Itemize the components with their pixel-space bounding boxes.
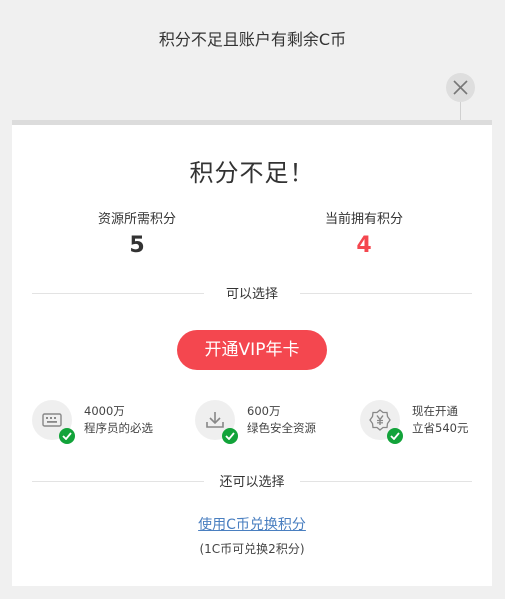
close-icon	[453, 80, 468, 95]
check-icon	[387, 428, 403, 444]
feature-line1: 4000万	[84, 404, 125, 418]
current-points-label: 当前拥有积分	[324, 212, 403, 227]
required-points-value: 5	[129, 233, 145, 258]
feature-line2: 立省540元	[412, 421, 469, 435]
feature-line1: 现在开通	[412, 404, 458, 418]
exchange-rate-note: (1C币可兑换2积分)	[199, 542, 305, 556]
close-connector	[460, 102, 461, 120]
options-divider: 可以选择	[32, 283, 472, 303]
feature-line2: 程序员的必选	[84, 421, 153, 435]
feature-text: 600万 绿色安全资源	[247, 403, 316, 437]
check-icon	[222, 428, 238, 444]
divider-line-right	[300, 293, 472, 294]
open-vip-button[interactable]: 开通VIP年卡	[177, 330, 327, 370]
required-points-label: 资源所需积分	[97, 212, 176, 227]
dialog-title: 积分不足！	[189, 159, 315, 187]
feature-line1: 600万	[247, 404, 281, 418]
required-points: 资源所需积分 5	[67, 208, 207, 258]
close-button[interactable]	[446, 73, 475, 102]
current-points-value: 4	[356, 233, 372, 258]
exchange-c-coin-link[interactable]: 使用C币兑换积分	[12, 514, 492, 534]
divider-line-right	[300, 481, 472, 482]
more-options-divider: 还可以选择	[32, 471, 472, 491]
insufficient-points-dialog: 积分不足！ 资源所需积分 5 当前拥有积分 4 可以选择 开通VIP年卡 400…	[12, 125, 492, 586]
current-points: 当前拥有积分 4	[294, 208, 434, 258]
feature-text: 4000万 程序员的必选	[84, 403, 153, 437]
check-icon	[59, 428, 75, 444]
feature-text: 现在开通 立省540元	[412, 403, 468, 437]
feature-line2: 绿色安全资源	[247, 421, 316, 435]
page-title: 积分不足且账户有剩余C币	[158, 30, 347, 49]
